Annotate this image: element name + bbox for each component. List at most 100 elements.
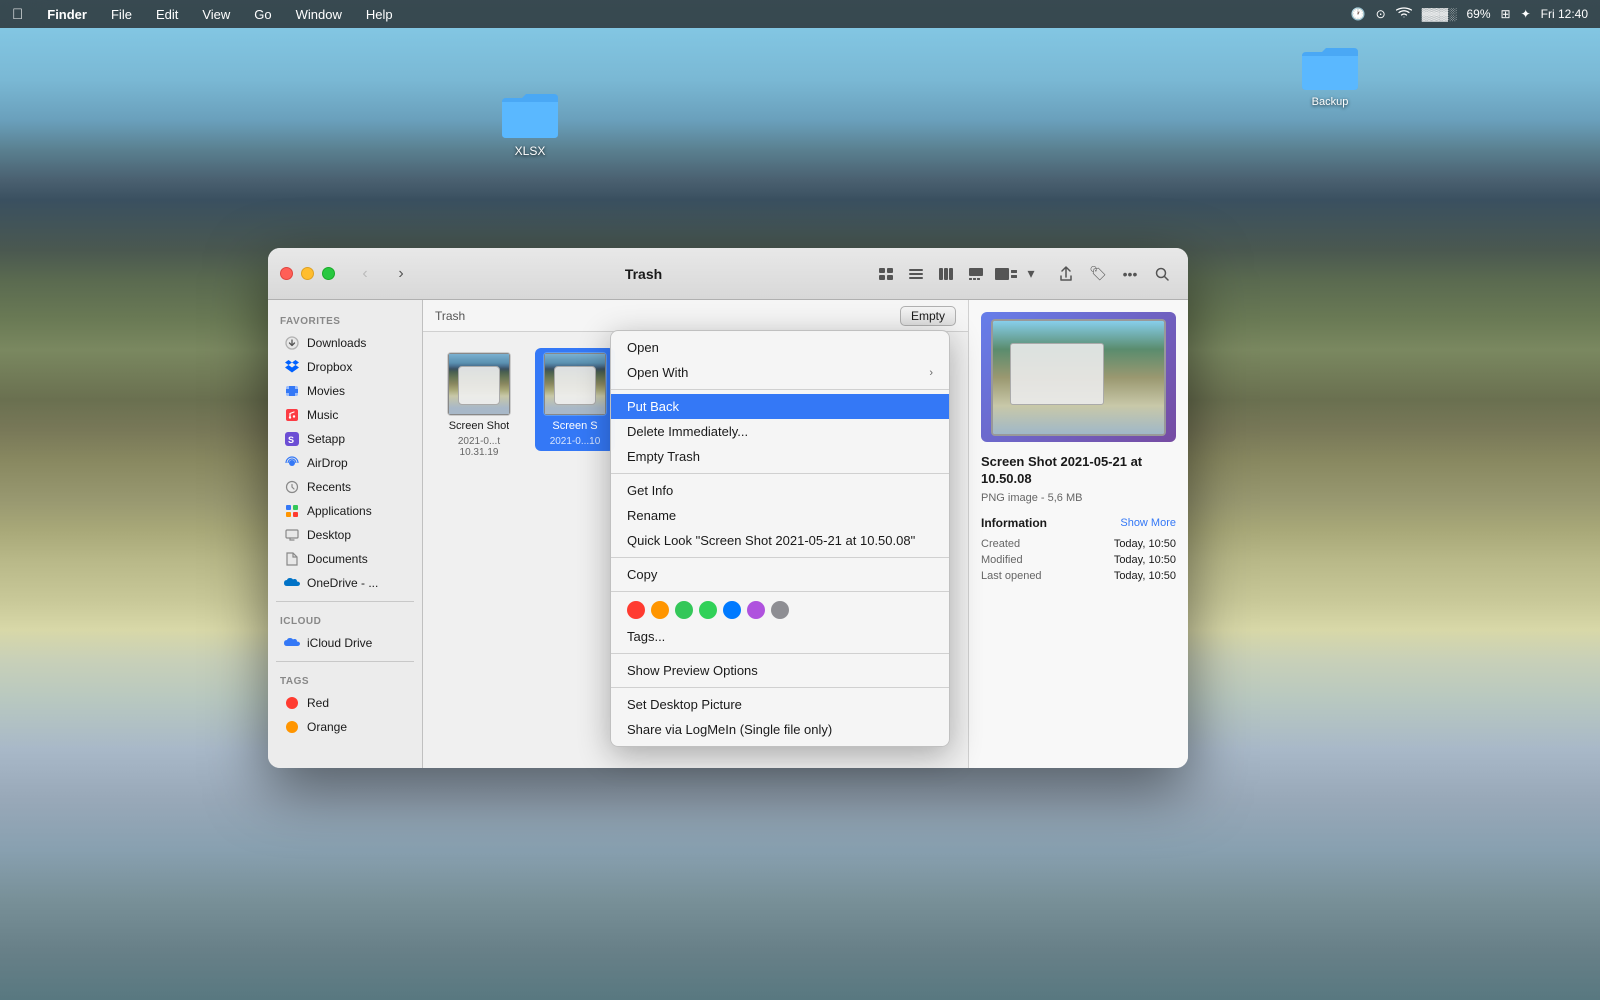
maximize-button[interactable] <box>322 267 335 280</box>
ctx-tag-blue[interactable] <box>723 601 741 619</box>
ctx-open[interactable]: Open <box>611 335 949 360</box>
go-menu[interactable]: Go <box>250 5 275 24</box>
edit-menu[interactable]: Edit <box>152 5 182 24</box>
column-view-button[interactable] <box>932 260 960 288</box>
ctx-set-desktop-picture[interactable]: Set Desktop Picture <box>611 692 949 717</box>
sidebar-item-desktop[interactable]: Desktop <box>272 523 418 547</box>
finder-menu[interactable]: Finder <box>43 5 91 24</box>
file-item-screenshot1[interactable]: Screen Shot 2021-0...t 10.31.19 <box>439 348 519 462</box>
sidebar-item-onedrive[interactable]: OneDrive - ... <box>272 571 418 595</box>
sidebar-divider-icloud <box>276 601 414 602</box>
sidebar-item-music[interactable]: Music <box>272 403 418 427</box>
downloads-label: Downloads <box>307 336 366 350</box>
ctx-get-info-label: Get Info <box>627 483 673 498</box>
applications-label: Applications <box>307 504 372 518</box>
preview-filetype: PNG image - 5,6 MB <box>981 492 1176 504</box>
sidebar-item-airdrop[interactable]: AirDrop <box>272 451 418 475</box>
ctx-get-info[interactable]: Get Info <box>611 478 949 503</box>
finder-toolbar: ‹ › Trash <box>268 248 1188 300</box>
ctx-open-with-arrow: › <box>929 367 933 379</box>
sidebar-item-recents[interactable]: Recents <box>272 475 418 499</box>
empty-trash-button[interactable]: Empty <box>900 306 956 326</box>
sidebar-item-downloads[interactable]: Downloads <box>272 331 418 355</box>
sidebar-item-setapp[interactable]: S Setapp <box>272 427 418 451</box>
sidebar-item-icloud-drive[interactable]: iCloud Drive <box>272 631 418 655</box>
dropbox-label: Dropbox <box>307 360 352 374</box>
movies-icon <box>284 383 300 399</box>
nav-forward-button[interactable]: › <box>387 260 415 288</box>
ctx-delete-immediately-label: Delete Immediately... <box>627 424 748 439</box>
ctx-delete-immediately[interactable]: Delete Immediately... <box>611 419 949 444</box>
stage-view-button[interactable] <box>992 260 1020 288</box>
apple-menu[interactable]:  <box>12 6 23 23</box>
ctx-put-back-label: Put Back <box>627 399 679 414</box>
preview-info-header: Information Show More <box>981 516 1176 530</box>
preview-created-row: Created Today, 10:50 <box>981 538 1176 550</box>
ctx-tag-purple[interactable] <box>747 601 765 619</box>
ctx-tag-gray[interactable] <box>771 601 789 619</box>
ctx-put-back[interactable]: Put Back <box>611 394 949 419</box>
screenshot-icon: ⊙ <box>1376 7 1386 21</box>
file-date-1: 2021-0...t 10.31.19 <box>443 436 515 458</box>
ctx-copy[interactable]: Copy <box>611 562 949 587</box>
ctx-rename[interactable]: Rename <box>611 503 949 528</box>
tag-button[interactable]: 🏷 <box>1084 260 1112 288</box>
ctx-tag-red[interactable] <box>627 601 645 619</box>
close-button[interactable] <box>280 267 293 280</box>
ctx-empty-trash[interactable]: Empty Trash <box>611 444 949 469</box>
preview-lastopened-value: Today, 10:50 <box>1114 570 1176 582</box>
preview-show-more[interactable]: Show More <box>1120 517 1176 529</box>
ctx-quick-look[interactable]: Quick Look "Screen Shot 2021-05-21 at 10… <box>611 528 949 553</box>
search-button[interactable] <box>1148 260 1176 288</box>
setapp-label: Setapp <box>307 432 345 446</box>
file-item-screenshot2[interactable]: Screen S 2021-0...10 <box>535 348 615 451</box>
view-menu[interactable]: View <box>198 5 234 24</box>
share-button[interactable] <box>1052 260 1080 288</box>
control-center-icon: ⊞ <box>1501 7 1511 21</box>
icon-view-button[interactable] <box>872 260 900 288</box>
sidebar-item-documents[interactable]: Documents <box>272 547 418 571</box>
ctx-divider-6 <box>611 687 949 688</box>
more-button[interactable]: ••• <box>1116 260 1144 288</box>
window-menu[interactable]: Window <box>292 5 346 24</box>
dropbox-icon: ✦ <box>1521 7 1531 21</box>
help-menu[interactable]: Help <box>362 5 397 24</box>
ctx-empty-trash-label: Empty Trash <box>627 449 700 464</box>
backup-folder-icon <box>1300 42 1360 92</box>
ctx-set-desktop-picture-label: Set Desktop Picture <box>627 697 742 712</box>
documents-icon <box>284 551 300 567</box>
ctx-tags-label: Tags... <box>627 629 665 644</box>
downloads-icon <box>284 335 300 351</box>
sidebar-item-red-tag[interactable]: Red <box>272 691 418 715</box>
recents-label: Recents <box>307 480 351 494</box>
view-options-button[interactable]: ▾ <box>1022 260 1040 288</box>
ctx-open-with[interactable]: Open With › <box>611 360 949 385</box>
nav-back-button[interactable]: ‹ <box>351 260 379 288</box>
backup-desktop-folder[interactable]: Backup <box>1290 42 1370 108</box>
sidebar-item-applications[interactable]: Applications <box>272 499 418 523</box>
ctx-rename-label: Rename <box>627 508 676 523</box>
sidebar-item-orange-tag[interactable]: Orange <box>272 715 418 739</box>
ctx-share-logmein[interactable]: Share via LogMeIn (Single file only) <box>611 717 949 742</box>
red-tag-icon <box>284 695 300 711</box>
gallery-view-button[interactable] <box>962 260 990 288</box>
window-title: Trash <box>423 266 864 282</box>
xlsx-desktop-folder[interactable]: XLSX <box>490 90 570 158</box>
ctx-tags[interactable]: Tags... <box>611 624 949 649</box>
recents-icon <box>284 479 300 495</box>
context-menu: Open Open With › Put Back Delete Immedia… <box>610 330 950 747</box>
path-label: Trash <box>435 309 465 323</box>
sidebar-item-dropbox[interactable]: Dropbox <box>272 355 418 379</box>
icloud-header: iCloud <box>268 608 422 631</box>
minimize-button[interactable] <box>301 267 314 280</box>
applications-icon <box>284 503 300 519</box>
ctx-tag-orange[interactable] <box>651 601 669 619</box>
ctx-show-preview-options[interactable]: Show Preview Options <box>611 658 949 683</box>
ctx-tag-green[interactable] <box>675 601 693 619</box>
file-menu[interactable]: File <box>107 5 136 24</box>
sidebar-item-movies[interactable]: Movies <box>272 379 418 403</box>
list-view-button[interactable] <box>902 260 930 288</box>
ctx-tag-mint[interactable] <box>699 601 717 619</box>
ctx-open-with-label: Open With <box>627 365 688 380</box>
xlsx-folder-icon <box>500 90 560 140</box>
